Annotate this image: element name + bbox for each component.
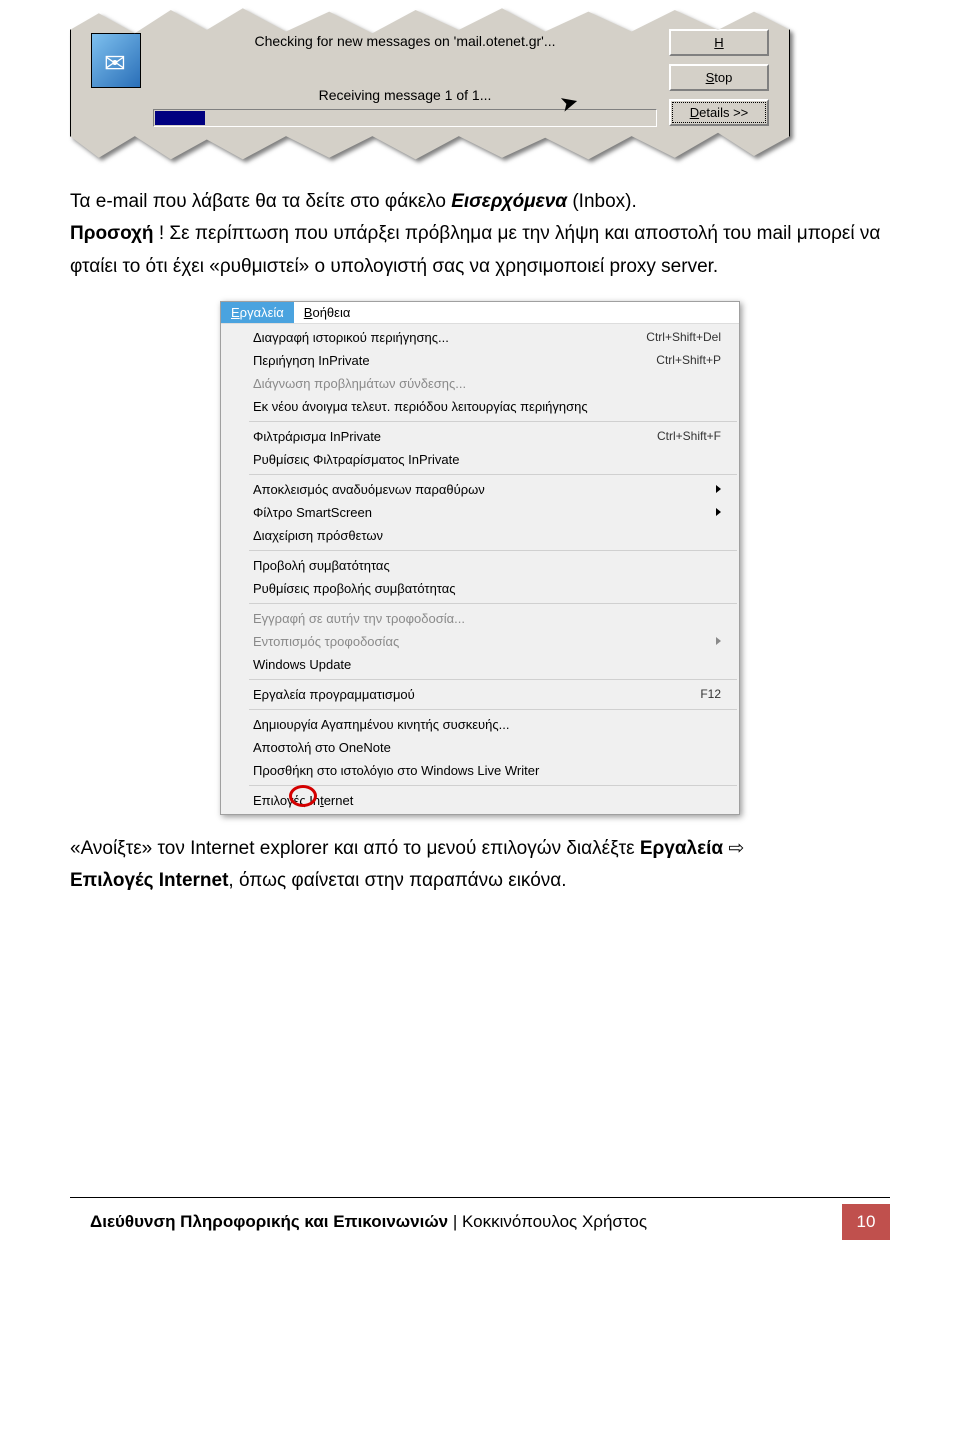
- hide-button[interactable]: H: [669, 29, 769, 56]
- mail-icon: [91, 33, 141, 88]
- submenu-arrow-icon: [716, 485, 721, 493]
- menu-tab-help[interactable]: Βοήθεια: [294, 302, 361, 323]
- menu-item-25[interactable]: Επιλογές Internet: [221, 789, 739, 812]
- progress-bar: [153, 109, 657, 127]
- menu-item-3[interactable]: Εκ νέου άνοιγμα τελευτ. περιόδου λειτουρ…: [221, 395, 739, 418]
- stop-button[interactable]: Stop: [669, 64, 769, 91]
- menu-separator: [249, 603, 737, 604]
- footer-author: Κοκκινόπουλος Χρήστος: [462, 1212, 647, 1231]
- menu-item-6[interactable]: Ρυθμίσεις Φιλτραρίσματος InPrivate: [221, 448, 739, 471]
- menu-item-15: Εγγραφή σε αυτήν την τροφοδοσία...: [221, 607, 739, 630]
- email-progress-dialog: Checking for new messages on 'mail.otene…: [70, 0, 790, 166]
- menu-separator: [249, 679, 737, 680]
- menu-item-9[interactable]: Φίλτρο SmartScreen: [221, 501, 739, 524]
- menu-item-1[interactable]: Περιήγηση InPrivateCtrl+Shift+P: [221, 349, 739, 372]
- status-checking: Checking for new messages on 'mail.otene…: [153, 33, 657, 49]
- menu-item-2: Διάγνωση προβλημάτων σύνδεσης...: [221, 372, 739, 395]
- menu-item-0[interactable]: Διαγραφή ιστορικού περιήγησης...Ctrl+Shi…: [221, 326, 739, 349]
- paragraph-1: Τα e-mail που λάβατε θα τα δείτε στο φάκ…: [70, 186, 890, 283]
- menu-shortcut: Ctrl+Shift+Del: [646, 330, 721, 344]
- details-button[interactable]: Details >>: [669, 99, 769, 126]
- menu-item-23[interactable]: Προσθήκη στο ιστολόγιο στο Windows Live …: [221, 759, 739, 782]
- page-footer: Διεύθυνση Πληροφορικής και Επικοινωνιών …: [70, 1197, 890, 1240]
- status-receiving: Receiving message 1 of 1...: [153, 87, 657, 103]
- menu-tab-tools[interactable]: Εργαλεία: [221, 302, 294, 323]
- menu-separator: [249, 785, 737, 786]
- menu-separator: [249, 550, 737, 551]
- menu-separator: [249, 421, 737, 422]
- menu-item-21[interactable]: Δημιουργία Αγαπημένου κινητής συσκευής..…: [221, 713, 739, 736]
- submenu-arrow-icon: [716, 508, 721, 516]
- footer-department: Διεύθυνση Πληροφορικής και Επικοινωνιών: [90, 1212, 448, 1231]
- menu-separator: [249, 474, 737, 475]
- menu-item-16: Εντοπισμός τροφοδοσίας: [221, 630, 739, 653]
- menu-item-22[interactable]: Αποστολή στο OneNote: [221, 736, 739, 759]
- submenu-arrow-icon: [716, 637, 721, 645]
- menu-item-12[interactable]: Προβολή συμβατότητας: [221, 554, 739, 577]
- ie-tools-menu: Εργαλεία Βοήθεια Διαγραφή ιστορικού περι…: [220, 301, 740, 815]
- menu-item-19[interactable]: Εργαλεία προγραμματισμούF12: [221, 683, 739, 706]
- highlight-circle: [289, 785, 317, 807]
- menu-item-10[interactable]: Διαχείριση πρόσθετων: [221, 524, 739, 547]
- page-number: 10: [842, 1204, 890, 1240]
- menu-item-8[interactable]: Αποκλεισμός αναδυόμενων παραθύρων: [221, 478, 739, 501]
- menu-separator: [249, 709, 737, 710]
- paragraph-2: «Ανοίξτε» τον Internet explorer και από …: [70, 833, 890, 898]
- menu-item-17[interactable]: Windows Update: [221, 653, 739, 676]
- menu-shortcut: Ctrl+Shift+F: [657, 429, 721, 443]
- menu-item-5[interactable]: Φιλτράρισμα InPrivateCtrl+Shift+F: [221, 425, 739, 448]
- menu-item-13[interactable]: Ρυθμίσεις προβολής συμβατότητας: [221, 577, 739, 600]
- menu-shortcut: F12: [700, 687, 721, 701]
- menu-shortcut: Ctrl+Shift+P: [656, 353, 721, 367]
